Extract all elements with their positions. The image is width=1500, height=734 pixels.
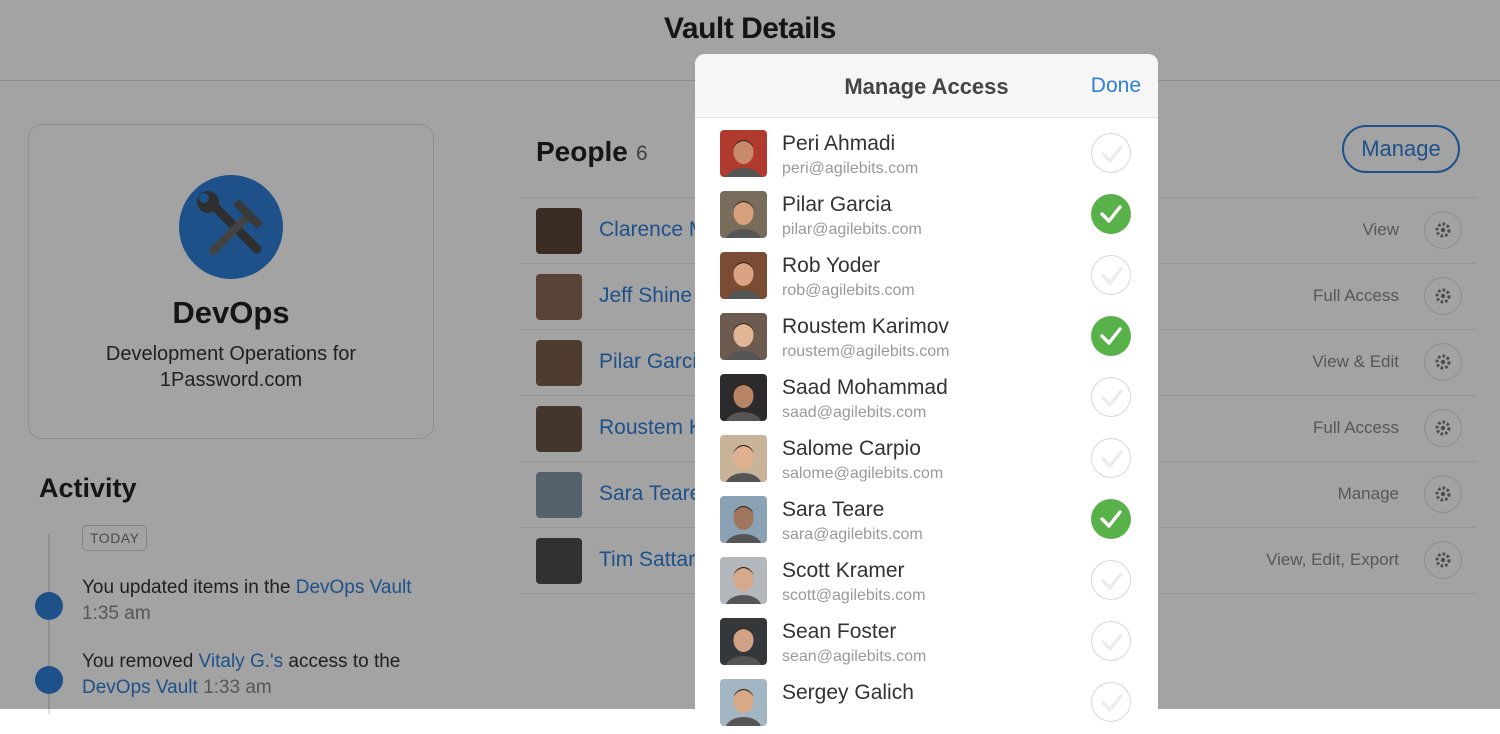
avatar [720,618,767,665]
dialog-header: Manage Access Done [695,54,1158,118]
user-email: pilar@agilebits.com [782,221,922,238]
user-name: Salome Carpio [782,437,921,460]
access-checkbox[interactable] [1091,438,1131,478]
user-name: Saad Mohammad [782,376,948,399]
access-checkbox[interactable] [1091,682,1131,722]
access-checkbox[interactable] [1091,133,1131,173]
user-email: salome@agilebits.com [782,465,944,482]
access-checkbox[interactable] [1091,194,1131,234]
access-checkbox[interactable] [1091,255,1131,295]
user-email: peri@agilebits.com [782,160,919,177]
access-checkbox[interactable] [1091,377,1131,417]
user-name: Sean Foster [782,620,897,643]
avatar [720,252,767,299]
manage-access-dialog: Manage Access Done Peri Ahmadi peri@agile… [695,54,1158,734]
access-checkbox[interactable] [1091,499,1131,539]
avatar [720,435,767,482]
user-email: roustem@agilebits.com [782,343,950,360]
user-name: Peri Ahmadi [782,132,896,155]
user-name: Rob Yoder [782,254,881,277]
user-row[interactable]: Sara Teare sara@agilebits.com [695,488,1158,549]
access-checkbox[interactable] [1091,621,1131,661]
avatar [720,374,767,421]
access-checkbox[interactable] [1091,560,1131,600]
user-row[interactable]: Pilar Garcia pilar@agilebits.com [695,183,1158,244]
user-email: sara@agilebits.com [782,526,923,543]
user-email: rob@agilebits.com [782,282,915,299]
avatar [720,313,767,360]
user-row[interactable]: Salome Carpio salome@agilebits.com [695,427,1158,488]
avatar [720,130,767,177]
user-row[interactable]: Rob Yoder rob@agilebits.com [695,244,1158,305]
user-email: sean@agilebits.com [782,648,927,665]
done-button[interactable]: Done [1091,74,1141,98]
user-row[interactable]: Sean Foster sean@agilebits.com [695,610,1158,671]
user-name: Scott Kramer [782,559,905,582]
user-row[interactable]: Peri Ahmadi peri@agilebits.com [695,122,1158,183]
avatar [720,191,767,238]
user-row[interactable]: Sergey Galich [695,671,1158,732]
user-row[interactable]: Saad Mohammad saad@agilebits.com [695,366,1158,427]
user-name: Pilar Garcia [782,193,892,216]
avatar [720,496,767,543]
user-name: Sara Teare [782,498,885,521]
user-email: saad@agilebits.com [782,404,927,421]
user-row[interactable]: Scott Kramer scott@agilebits.com [695,549,1158,610]
user-row[interactable]: Roustem Karimov roustem@agilebits.com [695,305,1158,366]
user-name: Roustem Karimov [782,315,949,338]
avatar [720,557,767,604]
user-email: scott@agilebits.com [782,587,926,604]
avatar [720,679,767,726]
user-name: Sergey Galich [782,681,914,704]
access-checkbox[interactable] [1091,316,1131,356]
user-list: Peri Ahmadi peri@agilebits.com Pilar Garci… [695,122,1158,732]
dialog-title: Manage Access [844,74,1009,99]
